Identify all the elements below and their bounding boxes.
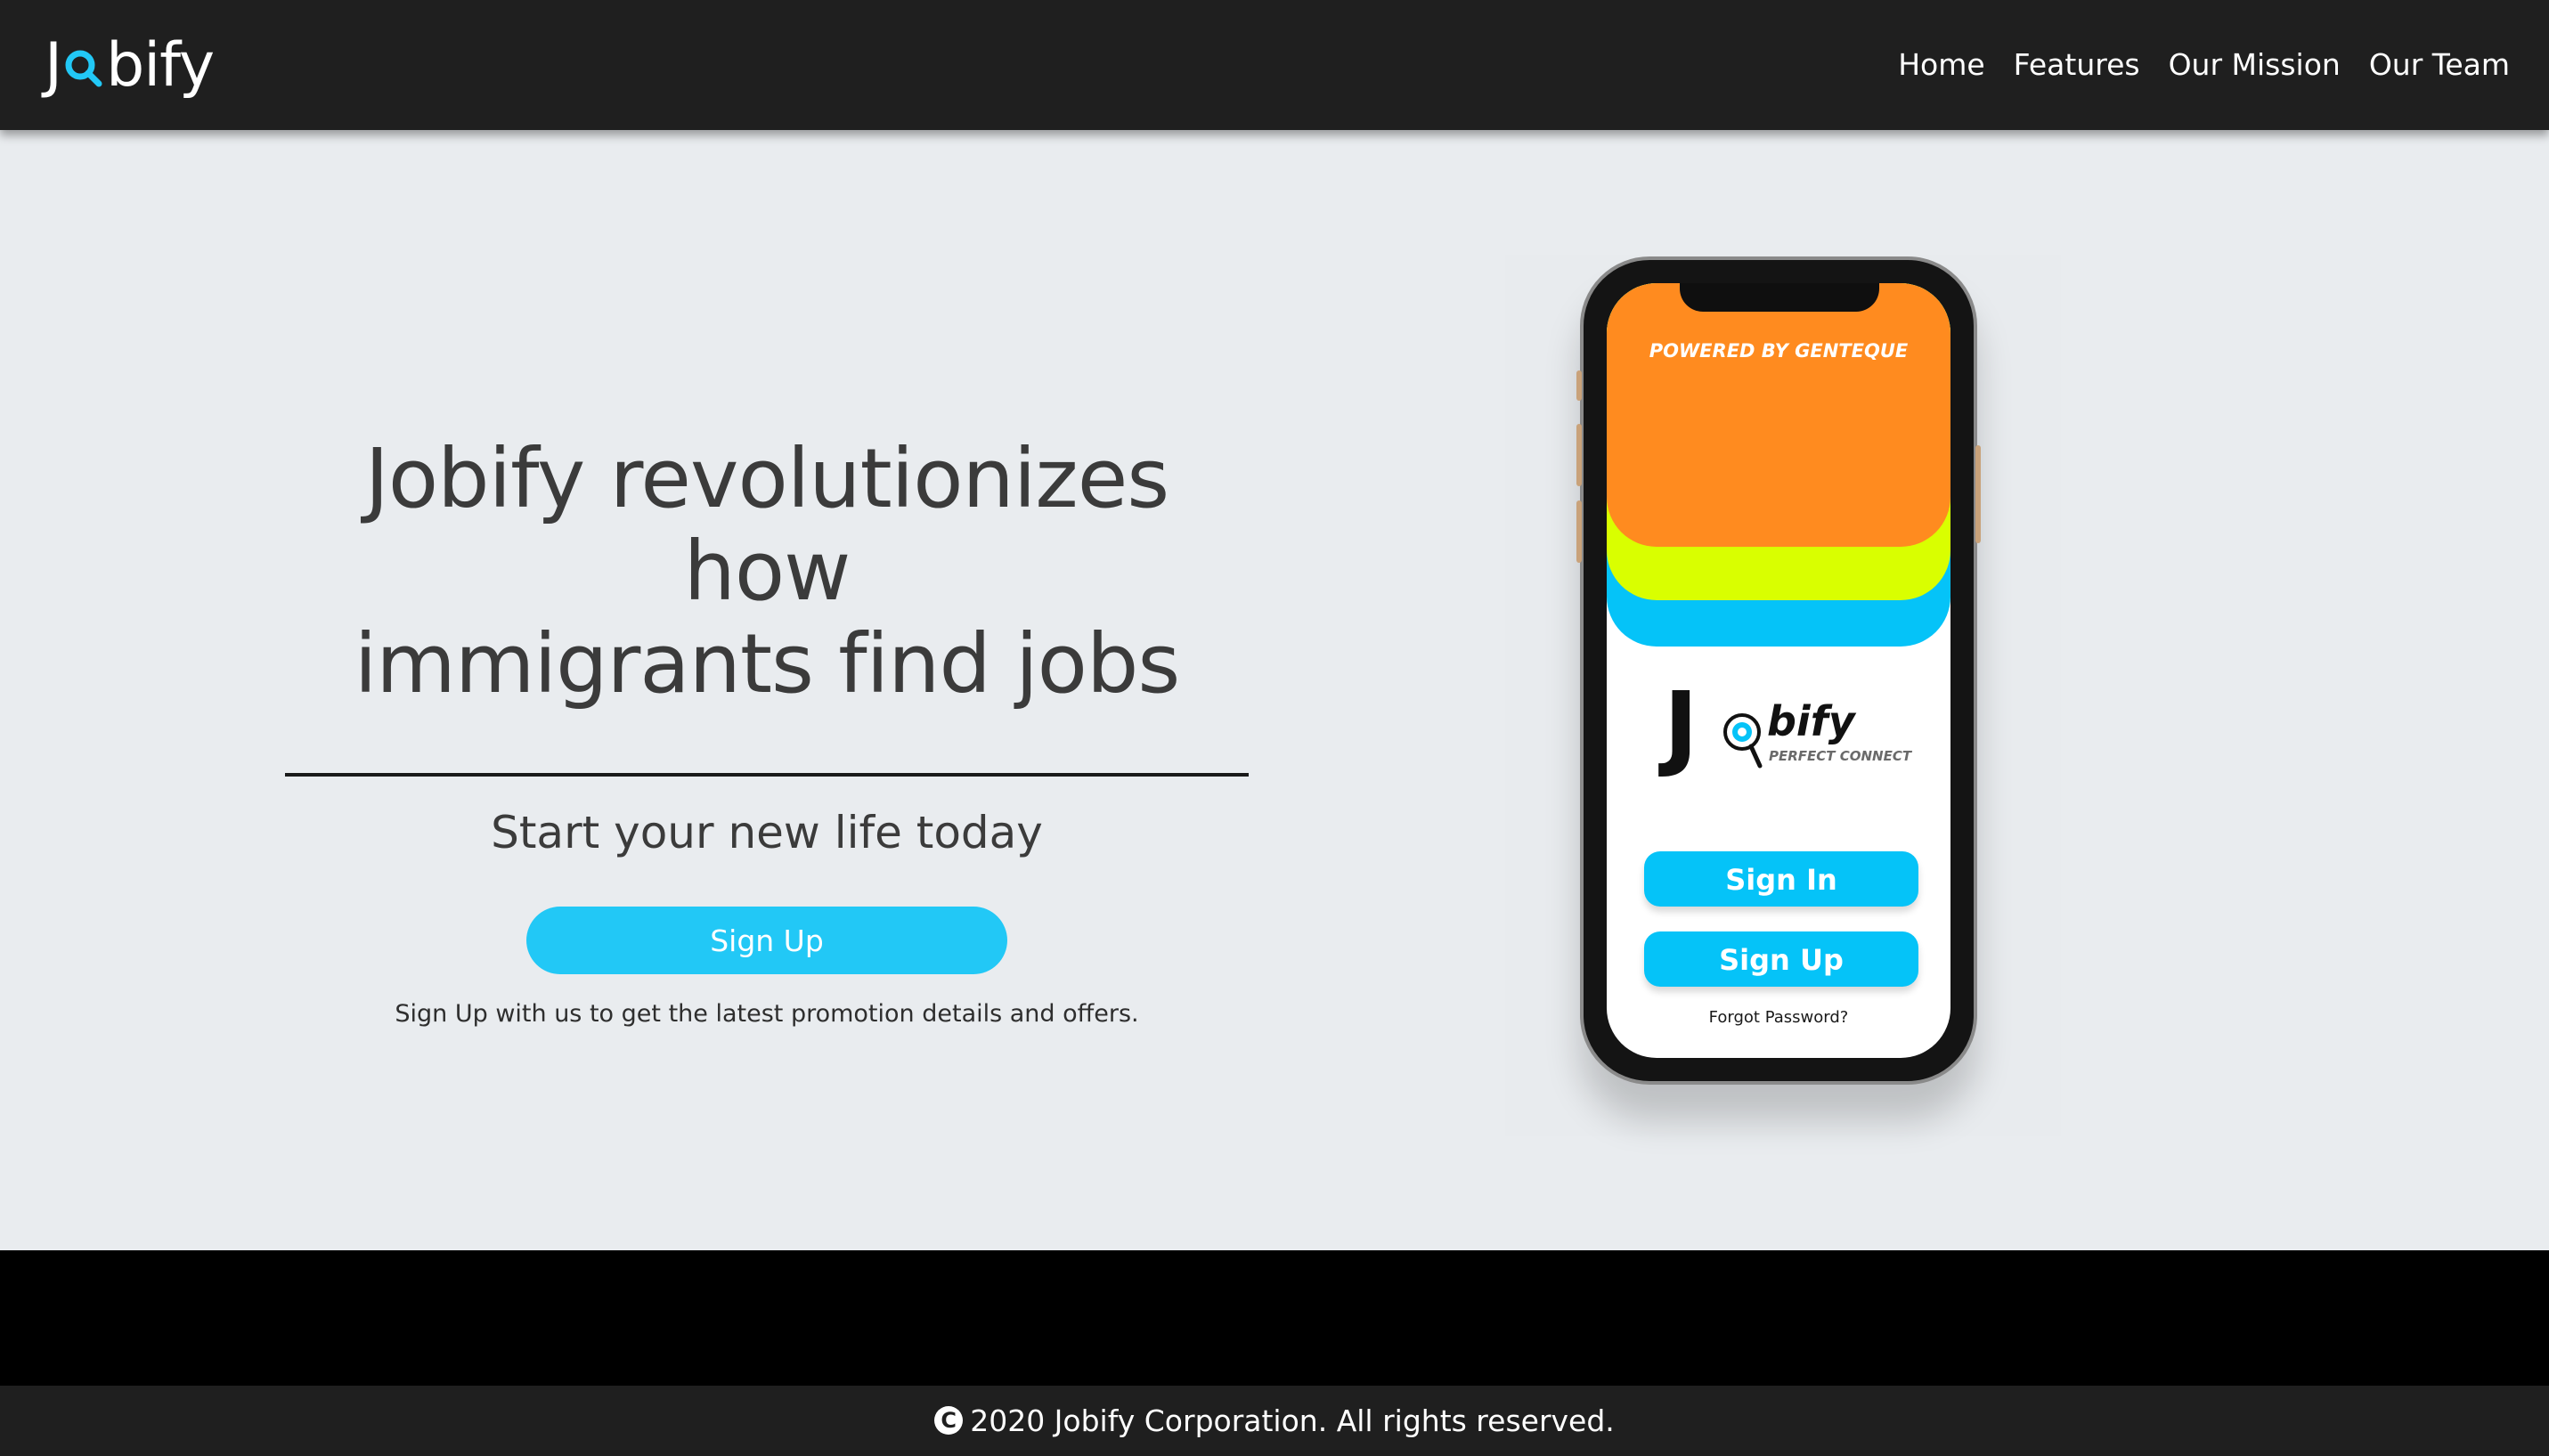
app-logo: J bify PERFECT CONNECT: [1664, 677, 1913, 787]
app-sign-up-button: Sign Up: [1644, 931, 1918, 987]
headline-line-1: Jobify revolutionizes how: [364, 431, 1169, 619]
nav-our-mission[interactable]: Our Mission: [2154, 41, 2355, 89]
phone-mockup-image: POWERED BY GENTEQUE J bify PERFECT CONNE…: [1505, 255, 2061, 1136]
nav-home[interactable]: Home: [1884, 41, 1999, 89]
brand-suffix: bify: [106, 30, 215, 101]
header-card-orange: [1607, 283, 1950, 547]
app-logo-bify: bify: [1767, 697, 1855, 745]
footer-band: [0, 1250, 2549, 1386]
footer: C 2020 Jobify Corporation. All rights res…: [0, 1386, 2549, 1456]
hero-divider: [285, 773, 1249, 777]
magnifier-icon: [63, 30, 104, 102]
app-sign-in-button: Sign In: [1644, 851, 1918, 907]
phone-power-button: [1975, 445, 1981, 543]
hero-headline: Jobify revolutionizes how immigrants fin…: [285, 433, 1249, 711]
phone-screen: POWERED BY GENTEQUE J bify PERFECT CONNE…: [1607, 283, 1950, 1058]
hero-copy: Jobify revolutionizes how immigrants fin…: [285, 433, 1249, 1031]
app-logo-tagline: PERFECT CONNECT: [1769, 748, 1912, 764]
nav-our-team[interactable]: Our Team: [2355, 41, 2524, 89]
phone-volume-up: [1576, 424, 1582, 486]
brand-prefix: J: [45, 30, 62, 101]
brand-logo[interactable]: J bify: [45, 30, 215, 102]
navbar: J bify Home Features Our Mission Our Tea…: [0, 0, 2549, 130]
hero-subhead: Start your new life today: [491, 807, 1043, 858]
phone-notch: [1680, 283, 1879, 312]
main-nav: Home Features Our Mission Our Team: [1884, 41, 2524, 89]
sign-up-button[interactable]: Sign Up: [526, 907, 1007, 974]
headline-line-2: immigrants find jobs: [354, 616, 1181, 712]
phone-frame: POWERED BY GENTEQUE J bify PERFECT CONNE…: [1576, 256, 1981, 1085]
phone-volume-down: [1576, 500, 1582, 563]
app-logo-j: J: [1664, 671, 1698, 780]
copyright-text: 2020 Jobify Corporation. All rights rese…: [970, 1403, 1615, 1438]
hero-section: Jobify revolutionizes how immigrants fin…: [0, 130, 2549, 1250]
copyright-icon: C: [934, 1405, 964, 1435]
powered-by-text: POWERED BY GENTEQUE: [1649, 340, 1909, 362]
nav-features[interactable]: Features: [1999, 41, 2154, 89]
phone-mute-switch: [1576, 370, 1582, 401]
search-lens-icon: [1721, 711, 1767, 777]
app-forgot-password-link: Forgot Password?: [1708, 1008, 1849, 1027]
promo-text: Sign Up with us to get the latest promot…: [395, 1000, 1139, 1028]
